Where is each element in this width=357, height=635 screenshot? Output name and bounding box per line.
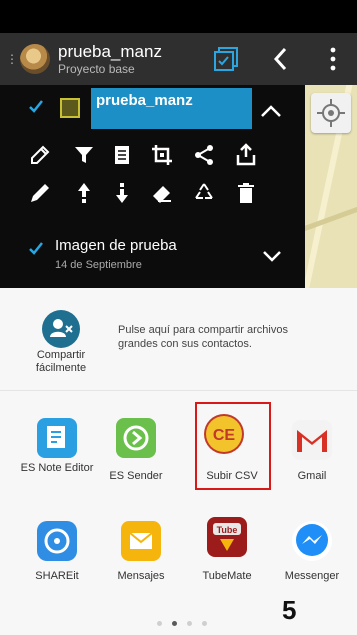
overflow-menu-icon[interactable]: [326, 46, 340, 72]
pager-dot[interactable]: [187, 621, 192, 626]
back-chevron-icon[interactable]: [268, 45, 294, 73]
app-label-tubemate[interactable]: TubeMate: [189, 570, 265, 583]
gmail-icon[interactable]: [292, 420, 332, 460]
share-icon[interactable]: [192, 143, 216, 167]
layer-color-swatch[interactable]: [60, 98, 80, 118]
project-subtitle: Proyecto base: [58, 62, 135, 76]
locate-button[interactable]: [311, 93, 351, 133]
app-label-shareit[interactable]: SHAREit: [19, 570, 95, 583]
crop-icon[interactable]: [150, 143, 174, 167]
quick-share-icon[interactable]: [42, 310, 80, 348]
layer-name: prueba_manz: [96, 92, 193, 109]
divider: [0, 390, 357, 391]
app-label-es-sender[interactable]: ES Sender: [98, 470, 174, 483]
pencil-icon[interactable]: [28, 181, 52, 205]
quick-share-description[interactable]: Pulse aquí para compartir archivos grand…: [118, 323, 318, 351]
project-avatar: [20, 44, 50, 74]
contacts-share-icon: [50, 319, 73, 337]
project-title: prueba_manz: [58, 42, 162, 61]
move-up-icon[interactable]: [72, 181, 96, 205]
tubemate-icon[interactable]: Tube: [207, 517, 247, 557]
status-bar: [0, 0, 357, 33]
layer-visibility-checkbox[interactable]: [28, 99, 44, 115]
edit-style-icon[interactable]: [28, 143, 52, 167]
chevron-up-icon[interactable]: [260, 104, 282, 118]
svg-text:Tube: Tube: [217, 525, 238, 535]
filter-icon[interactable]: [72, 143, 96, 167]
image-layer-checkbox[interactable]: [28, 241, 44, 257]
es-note-editor-icon[interactable]: [37, 418, 77, 458]
messenger-icon[interactable]: [292, 521, 332, 561]
drawer-handle-icon[interactable]: ⋮: [6, 52, 18, 66]
step-number: 5: [282, 595, 297, 625]
pager-dot[interactable]: [202, 621, 207, 626]
app-label-es-note-editor[interactable]: ES Note Editor: [19, 462, 95, 475]
app-toolbar: ⋮ prueba_manz Proyecto base: [0, 33, 357, 85]
recycle-icon[interactable]: [192, 181, 216, 205]
map-view[interactable]: [305, 85, 357, 288]
pager-dot[interactable]: [157, 621, 162, 626]
messages-icon[interactable]: [121, 521, 161, 561]
app-label-gmail[interactable]: Gmail: [274, 470, 350, 483]
crosshair-icon: [317, 99, 345, 127]
quick-share-label[interactable]: Compartir fácilmente: [20, 349, 102, 375]
chevron-down-icon[interactable]: [262, 250, 282, 262]
trash-icon[interactable]: [234, 181, 258, 205]
image-layer-date: 14 de Septiembre: [55, 259, 142, 271]
layers-icon[interactable]: [212, 45, 240, 73]
selected-app-highlight: [195, 402, 271, 490]
shareit-icon[interactable]: [37, 521, 77, 561]
image-layer-title[interactable]: Imagen de prueba: [55, 237, 177, 254]
es-sender-icon[interactable]: [116, 418, 156, 458]
eraser-icon[interactable]: [150, 181, 174, 205]
app-label-mensajes[interactable]: Mensajes: [103, 570, 179, 583]
map-road: [305, 201, 357, 234]
move-down-icon[interactable]: [110, 181, 134, 205]
app-label-messenger[interactable]: Messenger: [274, 570, 350, 583]
attribute-table-icon[interactable]: [110, 143, 134, 167]
pager-dot-active[interactable]: [172, 621, 177, 626]
export-icon[interactable]: [234, 143, 258, 167]
